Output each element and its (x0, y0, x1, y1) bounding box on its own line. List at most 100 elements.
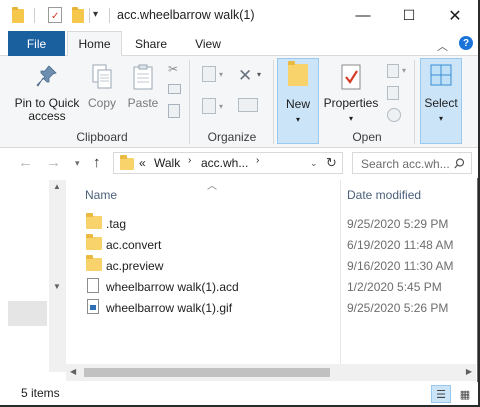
properties-dropdown-icon: ▾ (348, 114, 353, 123)
copy-icon (92, 64, 112, 89)
search-input[interactable]: Search acc.wh... (361, 157, 450, 171)
title-bar: ✓ ▾ acc.wheelbarrow walk(1) — ☐ ✕ (0, 0, 478, 31)
address-dropdown-icon[interactable]: ⌄ (310, 158, 318, 169)
scroll-right-icon[interactable]: ▶ (466, 367, 472, 376)
collapse-ribbon-icon[interactable]: ︿ (437, 38, 448, 54)
new-button[interactable]: New ▾ (278, 61, 318, 126)
copy-to-icon[interactable] (202, 98, 216, 114)
scroll-up-icon[interactable]: ▲ (53, 182, 61, 191)
minimize-button[interactable]: — (340, 0, 386, 31)
address-overflow[interactable]: « (139, 156, 146, 170)
explorer-window: ✓ ▾ acc.wheelbarrow walk(1) — ☐ ✕ File H… (0, 0, 478, 405)
details-view-icon[interactable]: ☰ (431, 385, 451, 403)
file-name: ac.convert (106, 238, 162, 252)
properties-icon (341, 64, 361, 90)
cut-icon[interactable]: ✂ (168, 62, 178, 76)
organize-group-label: Organize (207, 130, 257, 144)
select-button[interactable]: Select ▾ (421, 64, 461, 125)
new-folder-quick-icon[interactable] (72, 7, 84, 23)
new-dropdown-icon: ▾ (295, 115, 300, 124)
up-arrow-icon[interactable]: ↑ (93, 154, 101, 171)
column-header-date[interactable]: Date modified (347, 180, 421, 210)
scroll-left-icon[interactable]: ◀ (70, 367, 76, 376)
file-list: ︿ Name Date modified .tag 9/25/2020 5:29… (66, 180, 476, 372)
sort-ascending-icon: ︿ (207, 181, 217, 192)
ribbon-tabs: File Home Share View ︿ ? (0, 31, 478, 57)
customize-qat-dropdown-icon[interactable]: ▾ (93, 9, 98, 20)
file-date: 9/25/2020 5:29 PM (347, 217, 449, 231)
navigation-pane-selected-item[interactable] (8, 301, 47, 326)
image-file-icon (87, 299, 99, 314)
tab-file[interactable]: File (8, 31, 65, 56)
refresh-icon[interactable]: ↻ (326, 155, 337, 171)
delete-dropdown-icon[interactable]: ▾ (257, 70, 261, 79)
recent-locations-icon[interactable]: ▾ (75, 158, 80, 169)
search-icon (454, 158, 465, 169)
file-row[interactable]: wheelbarrow walk(1).acd 1/2/2020 5:45 PM (66, 276, 476, 297)
status-bar: 5 items ☰ ▦ (0, 382, 478, 405)
paste-shortcut-icon[interactable] (168, 104, 180, 118)
open-icon[interactable] (387, 64, 399, 78)
file-row[interactable]: ac.preview 9/16/2020 11:30 AM (66, 255, 476, 276)
copy-button[interactable]: Copy (86, 64, 118, 110)
back-arrow-icon[interactable]: ← (18, 154, 33, 171)
navigation-pane[interactable] (8, 180, 47, 370)
large-icons-view-icon[interactable]: ▦ (455, 385, 475, 403)
item-count: 5 items (21, 386, 60, 400)
file-date: 9/25/2020 5:26 PM (347, 301, 449, 315)
clipboard-icon (133, 64, 153, 90)
tab-home[interactable]: Home (67, 31, 122, 57)
new-folder-icon (288, 61, 308, 86)
properties-button[interactable]: Properties ▾ (322, 64, 380, 125)
tab-share[interactable]: Share (126, 31, 176, 56)
file-row[interactable]: wheelbarrow walk(1).gif 9/25/2020 5:26 P… (66, 297, 476, 318)
maximize-button[interactable]: ☐ (386, 0, 432, 31)
window-title: acc.wheelbarrow walk(1) (117, 8, 255, 22)
scroll-down-icon[interactable]: ▼ (53, 282, 61, 291)
new-label: New (285, 97, 310, 111)
properties-quick-icon[interactable]: ✓ (48, 7, 62, 23)
move-to-dropdown-icon[interactable]: ▾ (219, 70, 223, 79)
rename-icon[interactable] (238, 98, 258, 112)
folder-app-icon (12, 7, 24, 23)
breadcrumb-walk[interactable]: Walk (154, 156, 180, 170)
group-separator (414, 60, 415, 144)
move-to-icon[interactable] (202, 66, 216, 82)
ribbon: Pin to Quick access Copy Paste ✂ Clipboa… (0, 56, 478, 148)
breadcrumb-chevron-icon[interactable]: › (256, 155, 259, 166)
column-header-name[interactable]: Name (85, 180, 117, 210)
select-all-icon (430, 64, 452, 86)
open-group-label: Open (352, 130, 382, 144)
folder-icon (86, 213, 102, 229)
clipboard-group-label: Clipboard (76, 130, 128, 144)
help-icon[interactable]: ? (459, 36, 473, 50)
copy-path-icon[interactable] (168, 84, 181, 94)
copy-to-dropdown-icon[interactable]: ▾ (219, 102, 223, 111)
horizontal-scrollbar[interactable]: ◀ ▶ (66, 364, 476, 381)
folder-icon (86, 234, 102, 250)
paste-label: Paste (127, 96, 159, 110)
pin-icon (36, 65, 57, 87)
file-row[interactable]: ac.convert 6/19/2020 11:48 AM (66, 234, 476, 255)
open-dropdown-icon[interactable]: ▾ (402, 66, 406, 75)
close-button[interactable]: ✕ (432, 0, 478, 31)
forward-arrow-icon[interactable]: → (46, 154, 61, 171)
file-row[interactable]: .tag 9/25/2020 5:29 PM (66, 213, 476, 234)
horizontal-scroll-thumb[interactable] (84, 368, 330, 377)
breadcrumb-chevron-icon[interactable]: › (188, 155, 191, 166)
file-name: ac.preview (106, 259, 164, 273)
edit-icon[interactable] (387, 86, 399, 100)
history-icon[interactable] (387, 108, 401, 122)
group-separator (273, 60, 274, 144)
group-separator (189, 60, 190, 144)
file-name: wheelbarrow walk(1).acd (106, 280, 239, 294)
delete-icon[interactable]: ✕ (238, 66, 252, 86)
navigation-pane-scrollbar[interactable]: ▲ ▼ (49, 180, 66, 372)
breadcrumb-current[interactable]: acc.wh... (201, 156, 248, 170)
address-bar[interactable]: « Walk › acc.wh... › ⌄ ↻ (113, 152, 343, 174)
paste-button[interactable]: Paste (126, 64, 160, 110)
pin-to-quick-access-button[interactable]: Pin to Quick access (10, 64, 84, 123)
search-box[interactable]: Search acc.wh... (352, 152, 472, 174)
tab-view[interactable]: View (183, 31, 233, 56)
document-icon (87, 278, 99, 293)
